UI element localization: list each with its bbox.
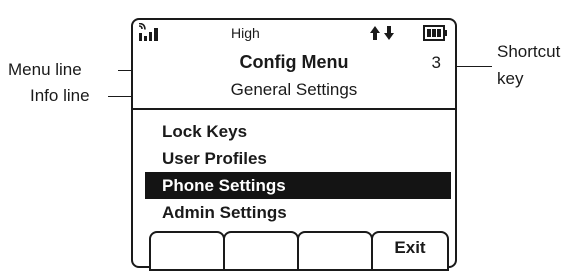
menu-item-user-profiles[interactable]: User Profiles (145, 145, 451, 172)
callout-shortcut-key-leader (452, 66, 492, 67)
signal-strength-icon (138, 23, 158, 41)
battery-icon (423, 25, 447, 41)
softkey-1[interactable] (149, 231, 225, 271)
softkey-bar: Exit (149, 231, 449, 271)
menu-title: Config Menu (239, 52, 349, 72)
phone-screen: High Config Menu 3 General Settings Lock… (131, 18, 457, 271)
softkey-2[interactable] (223, 231, 299, 271)
shortcut-key-number: 3 (431, 53, 441, 72)
signal-level-text: High (231, 25, 260, 41)
status-bar: High (133, 20, 455, 46)
callout-shortcut-key: Shortcut (497, 42, 561, 61)
menu-item-lock-keys[interactable]: Lock Keys (145, 118, 451, 145)
menu-item-admin-settings[interactable]: Admin Settings (145, 199, 451, 226)
softkey-exit[interactable]: Exit (371, 231, 449, 271)
menu-line: Config Menu 3 (133, 52, 455, 76)
header-divider (133, 108, 455, 110)
callout-menu-line: Menu line (8, 60, 82, 79)
info-line: General Settings (230, 80, 358, 99)
callout-info-line: Info line (30, 86, 90, 105)
callout-shortcut-key-2: key (497, 69, 524, 88)
softkey-3[interactable] (297, 231, 373, 271)
up-down-arrows-icon (370, 26, 394, 40)
menu-list: Lock Keys User Profiles Phone Settings A… (145, 118, 451, 226)
menu-item-phone-settings[interactable]: Phone Settings (145, 172, 451, 199)
